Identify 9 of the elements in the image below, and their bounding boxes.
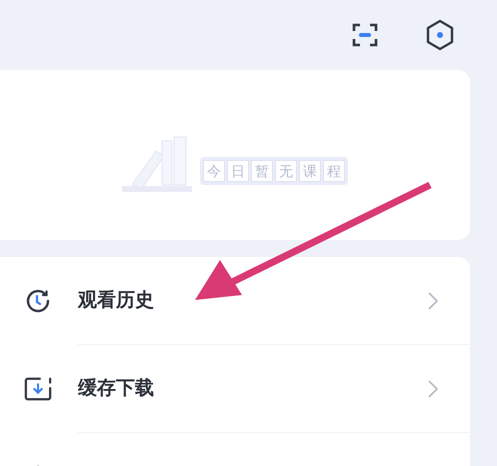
chevron-right-icon: [428, 292, 438, 310]
settings-icon[interactable]: [425, 19, 455, 51]
chevron-right-icon: [428, 380, 438, 398]
clock-icon: [24, 287, 52, 315]
no-course-text: 今日暂无课程: [200, 157, 348, 185]
scan-icon[interactable]: [351, 21, 379, 49]
menu-item[interactable]: 观看历史: [78, 286, 154, 316]
menu-item[interactable]: 缓存下载: [78, 374, 154, 404]
download-icon: [24, 376, 52, 402]
